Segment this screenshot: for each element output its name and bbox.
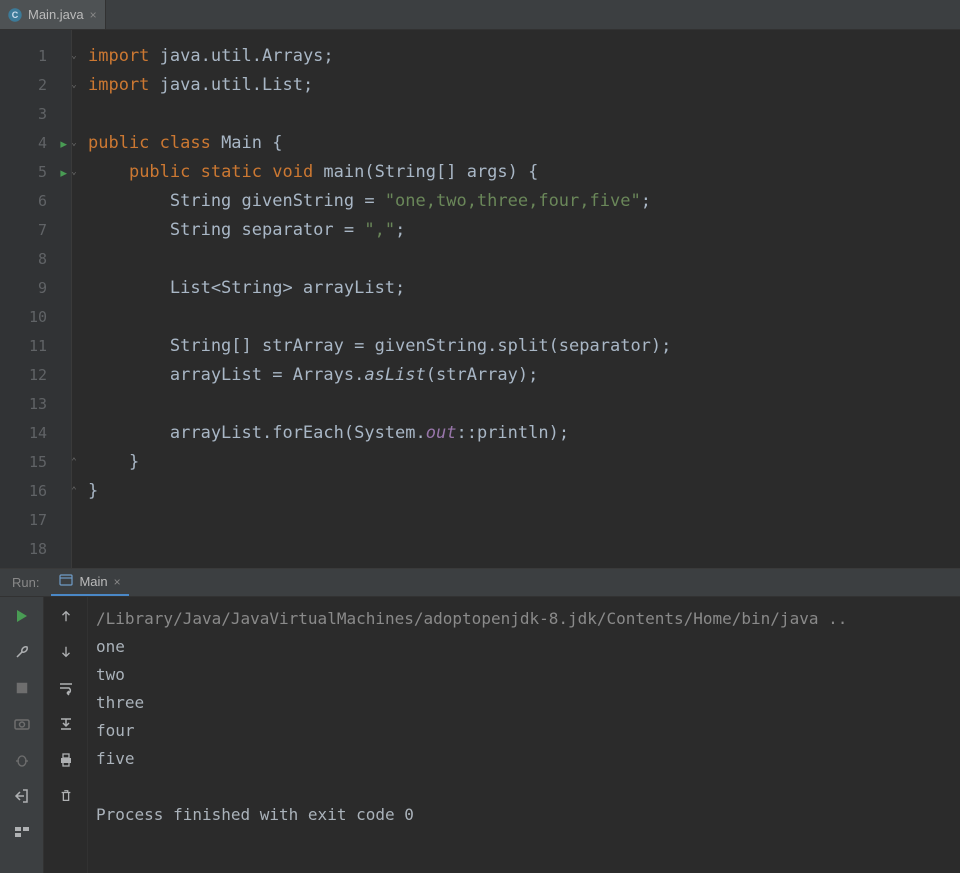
line-number: 1⌄ [0,42,71,71]
code-line[interactable]: arrayList.forEach(System.out::println); [88,419,960,448]
run-toolbar-left [0,597,44,873]
line-number: 5▶⌄ [0,158,71,187]
line-number: 4▶⌄ [0,129,71,158]
line-number: 10 [0,303,71,332]
console-output-line: two [96,661,952,689]
code-line[interactable]: List<String> arrayList; [88,274,960,303]
code-line[interactable] [88,506,960,535]
console-output-line: one [96,633,952,661]
wrench-icon[interactable] [11,641,33,663]
run-line-marker-icon[interactable]: ▶ [60,158,67,187]
line-number: 13 [0,390,71,419]
line-number: 11 [0,332,71,361]
line-number: 15⌃ [0,448,71,477]
line-number: 3 [0,100,71,129]
fold-marker-icon[interactable]: ⌄ [69,81,79,91]
code-line[interactable] [88,303,960,332]
camera-icon[interactable] [11,713,33,735]
fold-marker-icon[interactable]: ⌄ [69,52,79,62]
run-header-label: Run: [0,575,51,590]
run-line-marker-icon[interactable]: ▶ [60,129,67,158]
line-number: 8 [0,245,71,274]
line-number: 9 [0,274,71,303]
run-toolbar-right [44,597,88,873]
run-tool-window: Run: Main × [0,568,960,873]
code-line[interactable]: public class Main { [88,129,960,158]
code-line[interactable]: arrayList = Arrays.asList(strArray); [88,361,960,390]
editor-gutter: 1⌄2⌄34▶⌄5▶⌄6789101112131415⌃16⌃1718 [0,30,72,568]
code-line[interactable]: } [88,448,960,477]
java-class-icon: C [8,8,22,22]
run-console[interactable]: /Library/Java/JavaVirtualMachines/adopto… [88,597,960,873]
code-line[interactable]: String givenString = "one,two,three,four… [88,187,960,216]
line-number: 6 [0,187,71,216]
run-config-tab[interactable]: Main × [51,569,128,596]
run-header: Run: Main × [0,569,960,597]
close-icon[interactable]: × [90,8,97,22]
fold-marker-icon[interactable]: ⌄ [69,139,79,149]
fold-marker-icon[interactable]: ⌃ [69,458,79,468]
soft-wrap-icon[interactable] [55,677,77,699]
editor-code-area[interactable]: import java.util.Arrays;import java.util… [72,30,960,568]
run-config-icon [59,573,73,590]
line-number: 16⌃ [0,477,71,506]
scroll-to-end-icon[interactable] [55,713,77,735]
line-number: 18 [0,535,71,564]
fold-marker-icon[interactable]: ⌄ [69,168,79,178]
code-line[interactable] [88,100,960,129]
code-line[interactable]: import java.util.List; [88,71,960,100]
code-line[interactable] [88,390,960,419]
console-output-line: three [96,689,952,717]
stop-icon[interactable] [11,677,33,699]
line-number: 7 [0,216,71,245]
layout-icon[interactable] [11,821,33,843]
code-editor[interactable]: 1⌄2⌄34▶⌄5▶⌄6789101112131415⌃16⌃1718 impo… [0,30,960,568]
code-line[interactable]: import java.util.Arrays; [88,42,960,71]
editor-tab-bar: C Main.java × [0,0,960,30]
code-line[interactable] [88,535,960,564]
line-number: 14 [0,419,71,448]
rerun-icon[interactable] [11,605,33,627]
console-output-line: four [96,717,952,745]
editor-tab[interactable]: C Main.java × [0,0,106,29]
line-number: 12 [0,361,71,390]
code-line[interactable]: String separator = ","; [88,216,960,245]
close-icon[interactable]: × [114,575,121,589]
fold-marker-icon[interactable]: ⌃ [69,487,79,497]
exit-icon[interactable] [11,785,33,807]
console-output-line: five [96,745,952,773]
print-icon[interactable] [55,749,77,771]
code-line[interactable]: public static void main(String[] args) { [88,158,960,187]
code-line[interactable]: } [88,477,960,506]
console-command-line: /Library/Java/JavaVirtualMachines/adopto… [96,605,952,633]
console-exit-line: Process finished with exit code 0 [96,801,952,829]
arrow-up-icon[interactable] [55,605,77,627]
bug-icon[interactable] [11,749,33,771]
run-config-tab-label: Main [79,574,107,589]
code-line[interactable]: String[] strArray = givenString.split(se… [88,332,960,361]
svg-text:C: C [12,10,19,20]
code-line[interactable] [88,245,960,274]
editor-tab-label: Main.java [28,7,84,22]
arrow-down-icon[interactable] [55,641,77,663]
trash-icon[interactable] [55,785,77,807]
line-number: 17 [0,506,71,535]
line-number: 2⌄ [0,71,71,100]
